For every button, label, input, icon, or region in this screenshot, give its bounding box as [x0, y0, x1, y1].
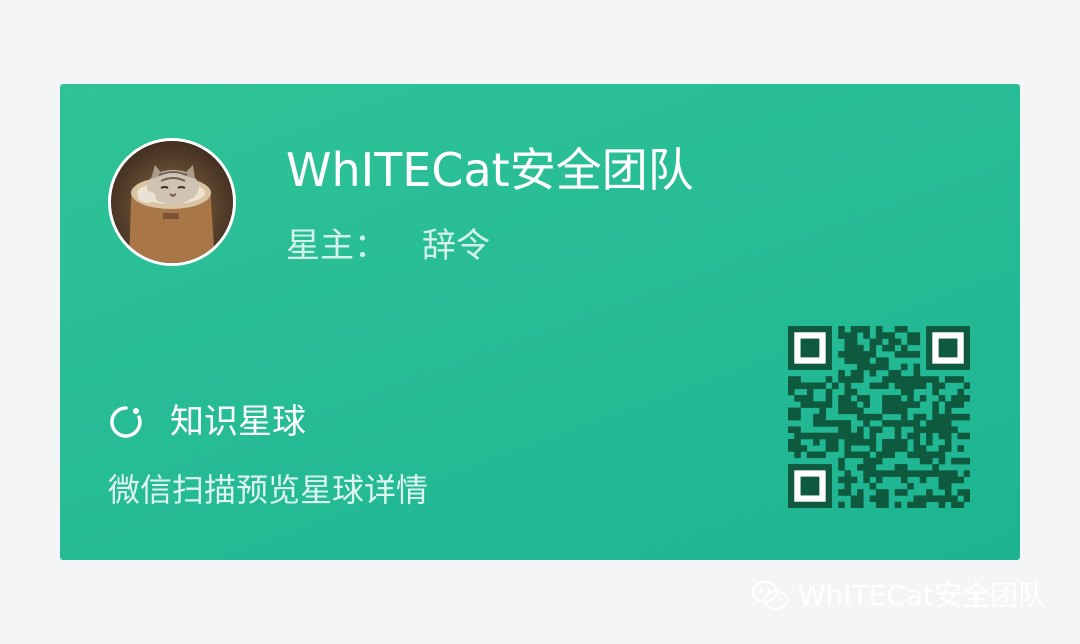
owner-name: 辞令 — [422, 226, 490, 266]
qr-code[interactable] — [788, 326, 970, 508]
team-name: WhITECat安全团队 — [286, 143, 694, 197]
owner-row: 星主： 辞令 — [286, 224, 490, 268]
page-background: WhITECat安全团队 星主： 辞令 知识星球 微信扫描预览星球详情 WhITE… — [0, 0, 1080, 644]
planet-brand: 知识星球 — [108, 400, 306, 444]
watermark: WhITECat安全团队 — [750, 576, 1046, 616]
owner-label: 星主： — [286, 226, 388, 266]
qr-code-image — [788, 326, 970, 508]
scan-hint: 微信扫描预览星球详情 — [108, 471, 429, 509]
wechat-icon — [751, 581, 788, 610]
planet-label: 知识星球 — [170, 402, 306, 442]
watermark-text: WhITECat安全团队 — [797, 579, 1046, 612]
cat-in-boot-image — [111, 141, 233, 263]
planet-share-card[interactable]: WhITECat安全团队 星主： 辞令 知识星球 微信扫描预览星球详情 — [60, 84, 1020, 560]
loading-ring-icon — [110, 406, 142, 438]
owner-avatar — [108, 138, 236, 266]
